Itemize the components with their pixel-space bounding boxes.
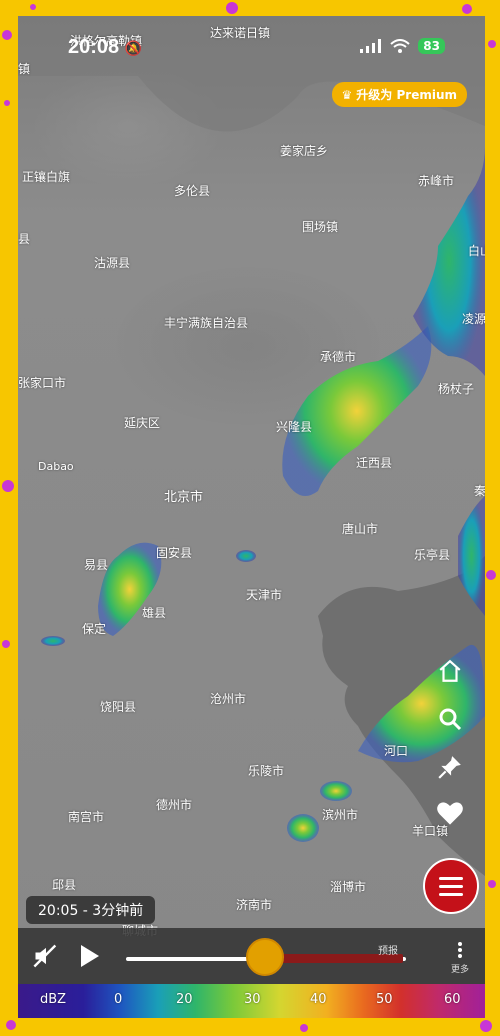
map-label: 唐山市 bbox=[342, 522, 379, 536]
frame-timestamp: 20:05 - 3分钟前 bbox=[26, 896, 156, 924]
more-dot bbox=[457, 942, 462, 946]
frame-dot bbox=[226, 2, 238, 14]
status-icons: 83 bbox=[360, 38, 445, 54]
map-label: 丰宁满族自治县 bbox=[164, 316, 249, 330]
radar-echoes bbox=[41, 146, 485, 842]
map-label: 镇 bbox=[18, 62, 31, 76]
battery-indicator: 83 bbox=[418, 38, 445, 54]
map-label: 滨州市 bbox=[322, 808, 359, 822]
menu-button[interactable] bbox=[423, 858, 479, 914]
map-label: 沽源县 bbox=[94, 256, 131, 270]
favorite-button[interactable] bbox=[433, 796, 467, 830]
app-screen: 洪格尔高勒镇 达来诺日镇 镇 姜家店乡 正镶白旗 多伦县 赤峰市 县 围场镇 白… bbox=[18, 16, 485, 1018]
scale-tick: 60 bbox=[444, 992, 461, 1007]
map-label: 县 bbox=[18, 232, 31, 246]
frame-dot bbox=[2, 640, 10, 648]
frame-dot bbox=[488, 40, 496, 48]
frame-dot bbox=[4, 100, 10, 106]
home-button[interactable] bbox=[433, 654, 467, 688]
map-label: 正镶白旗 bbox=[22, 170, 71, 184]
map-label: 济南市 bbox=[236, 898, 273, 912]
scale-tick: 0 bbox=[114, 992, 123, 1007]
map-label: 淄博市 bbox=[330, 880, 367, 894]
wifi-icon bbox=[390, 39, 410, 53]
bell-muted-icon: 🔕 bbox=[124, 40, 143, 56]
map-label: 秦 bbox=[474, 484, 485, 498]
map-label: 天津市 bbox=[246, 588, 283, 602]
map-label: 围场镇 bbox=[302, 220, 339, 234]
map-label: 白山 bbox=[468, 244, 485, 258]
frame-dot bbox=[488, 880, 496, 888]
map-label: 承德市 bbox=[320, 350, 357, 364]
frame-dot bbox=[2, 480, 14, 492]
more-button[interactable]: 更多 bbox=[451, 942, 469, 975]
frame-dot bbox=[30, 4, 36, 10]
map-label: 兴隆县 bbox=[276, 420, 313, 434]
premium-upgrade-button[interactable]: ♛ 升级为 Premium bbox=[331, 82, 467, 107]
scale-tick: 40 bbox=[310, 992, 327, 1007]
map-label: 达来诺日镇 bbox=[210, 26, 271, 40]
map-label: 迁西县 bbox=[356, 456, 393, 470]
search-button[interactable] bbox=[433, 702, 467, 736]
pin-button[interactable] bbox=[433, 750, 467, 784]
menu-icon-bar bbox=[439, 892, 463, 896]
heart-icon bbox=[437, 802, 463, 825]
map-label: 姜家店乡 bbox=[280, 144, 329, 158]
map-label: 保定 bbox=[82, 622, 107, 636]
frame-dot bbox=[300, 1024, 308, 1032]
map-label: 北京市 bbox=[164, 490, 204, 505]
status-time: 20:08 🔕 bbox=[68, 36, 143, 58]
search-icon bbox=[439, 708, 462, 731]
crown-icon: ♛ bbox=[341, 87, 353, 102]
scale-unit: dBZ bbox=[40, 992, 67, 1007]
map-label: 沧州市 bbox=[210, 692, 247, 706]
scale-tick: 50 bbox=[376, 992, 393, 1007]
frame-dot bbox=[486, 570, 496, 580]
more-label: 更多 bbox=[450, 965, 469, 975]
home-icon bbox=[439, 659, 461, 682]
map-label: 乐陵市 bbox=[248, 764, 285, 778]
menu-icon-bar bbox=[439, 884, 463, 888]
map-label: 德州市 bbox=[156, 798, 193, 812]
map-label: 张家口市 bbox=[18, 376, 67, 390]
timeline-thumb[interactable] bbox=[246, 938, 285, 976]
playback-bar: 预报 更多 bbox=[18, 928, 485, 984]
scale-tick: 20 bbox=[176, 992, 193, 1007]
premium-label: 升级为 Premium bbox=[356, 88, 457, 102]
scale-tick: 30 bbox=[244, 992, 261, 1007]
more-dot bbox=[457, 948, 462, 952]
frame-dot bbox=[480, 1020, 492, 1032]
forecast-label: 预报 bbox=[378, 946, 398, 957]
more-dot bbox=[457, 954, 462, 958]
map-label: 河口 bbox=[384, 744, 409, 758]
map-label: 南宫市 bbox=[68, 810, 105, 824]
pin-icon bbox=[438, 756, 461, 779]
map-label: Dabao bbox=[38, 460, 74, 473]
map-label: 易县 bbox=[84, 558, 109, 572]
map-label: 杨杖子 bbox=[438, 382, 475, 396]
map-label: 饶阳县 bbox=[100, 700, 137, 714]
map-label: 凌源 bbox=[462, 312, 485, 326]
map-label: 赤峰市 bbox=[418, 174, 455, 188]
map-label: 雄县 bbox=[142, 606, 167, 620]
map-label: 延庆区 bbox=[124, 416, 161, 430]
dbz-color-scale: dBZ 0 20 30 40 50 60 bbox=[18, 984, 485, 1018]
map-label: 邱县 bbox=[52, 878, 77, 892]
mute-icon[interactable] bbox=[32, 942, 60, 970]
map-label: 固安县 bbox=[156, 546, 193, 560]
play-icon[interactable] bbox=[78, 943, 102, 969]
map-label: 多伦县 bbox=[174, 184, 211, 198]
menu-icon-bar bbox=[439, 876, 463, 880]
frame-dot bbox=[2, 30, 12, 40]
map-label: 乐亭县 bbox=[414, 548, 451, 562]
frame-dot bbox=[462, 4, 472, 14]
signal-icon bbox=[360, 39, 382, 53]
frame-dot bbox=[6, 1020, 16, 1030]
